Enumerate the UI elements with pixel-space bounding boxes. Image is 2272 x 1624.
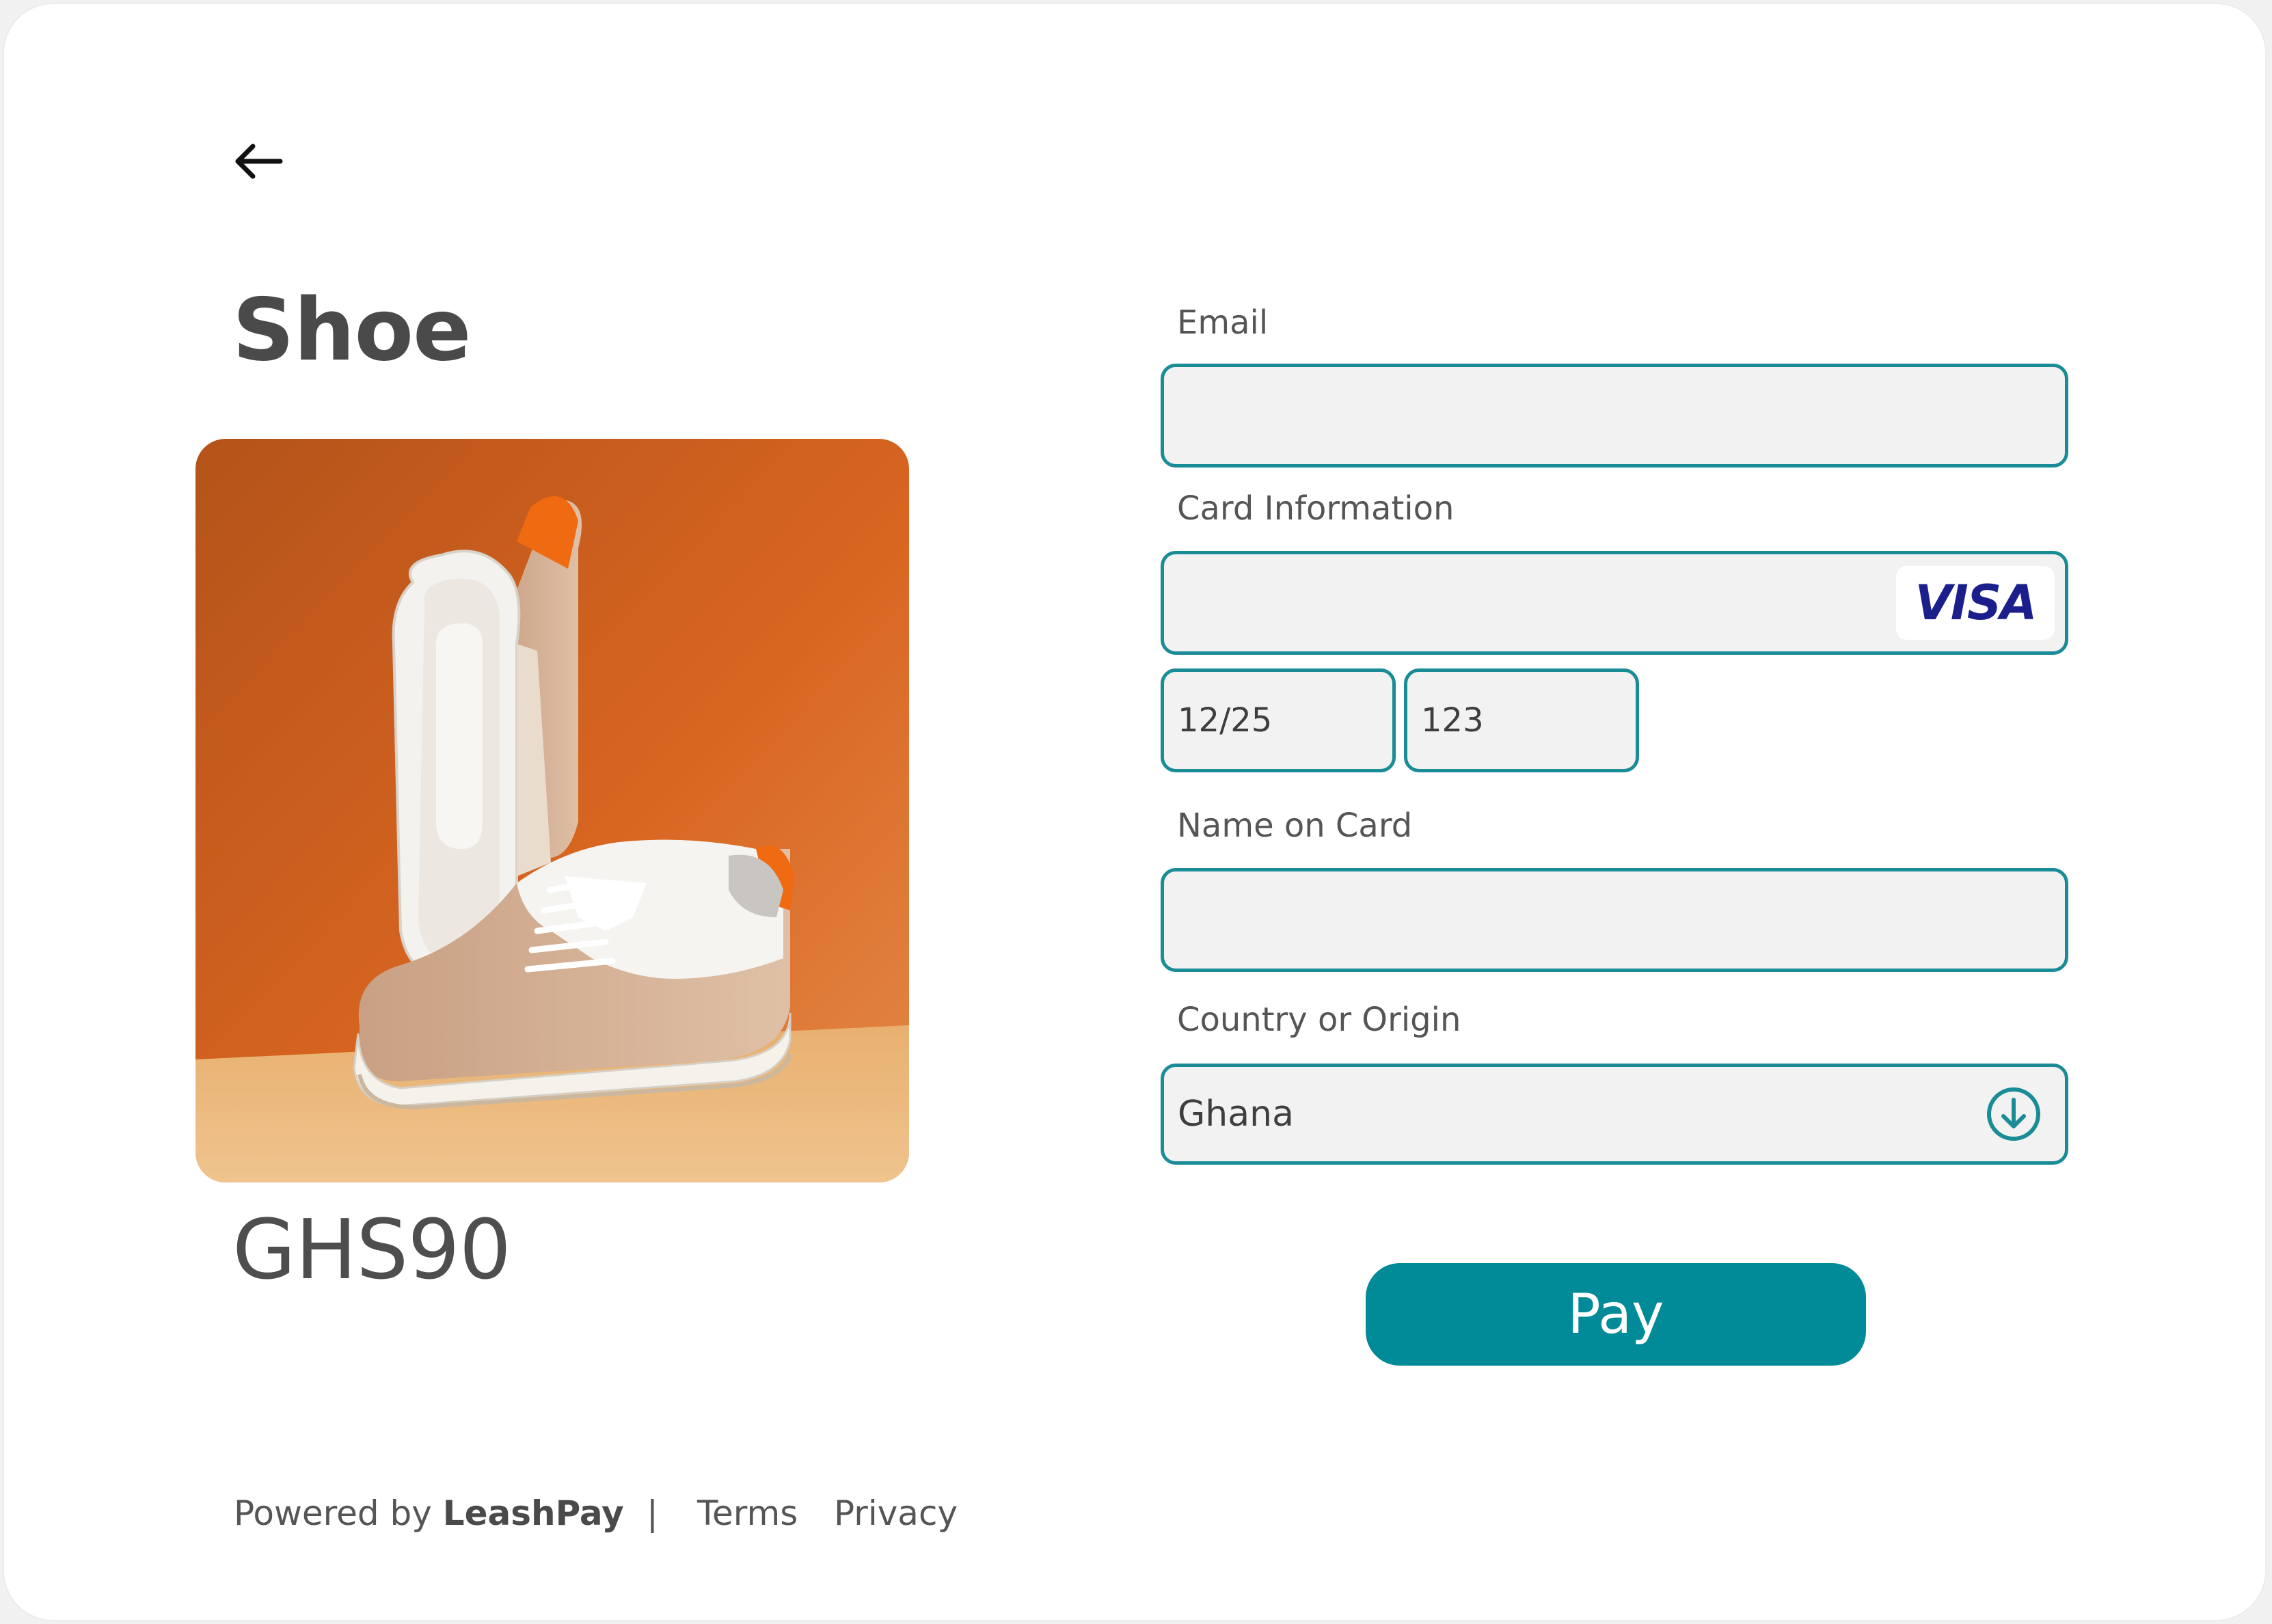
back-button[interactable] <box>227 134 288 189</box>
footer: Powered by LeashPay | Terms Privacy <box>234 1491 958 1535</box>
name-on-card-field[interactable] <box>1161 868 2068 972</box>
email-field[interactable] <box>1161 364 2068 468</box>
checkout-card: Shoe GHS90 Powered by LeashPay | Terms P… <box>3 3 2267 1621</box>
footer-separator: | <box>647 1493 658 1533</box>
country-selected-value: Ghana <box>1178 1094 1294 1135</box>
card-brand-label: VISA <box>1915 575 2038 631</box>
arrow-left-icon <box>235 144 283 179</box>
pay-button[interactable]: Pay <box>1366 1263 1866 1366</box>
country-label: Country or Origin <box>1177 1001 1461 1039</box>
card-expiry-field[interactable] <box>1161 668 1396 772</box>
circle-arrow-down-icon <box>1987 1087 2040 1141</box>
powered-by-text: Powered by <box>234 1493 443 1533</box>
country-select[interactable]: Ghana <box>1161 1064 2068 1165</box>
card-cvc-field[interactable] <box>1404 668 1639 772</box>
email-label: Email <box>1177 303 1269 342</box>
name-on-card-label: Name on Card <box>1177 807 1413 845</box>
product-price: GHS90 <box>232 1203 511 1298</box>
product-title: Shoe <box>232 280 471 380</box>
brand-name: LeashPay <box>442 1493 624 1533</box>
privacy-link[interactable]: Privacy <box>834 1491 958 1535</box>
visa-card-icon: VISA <box>1896 566 2055 640</box>
card-information-label: Card Information <box>1177 489 1455 528</box>
terms-link[interactable]: Terms <box>697 1491 798 1535</box>
product-image <box>195 439 909 1182</box>
